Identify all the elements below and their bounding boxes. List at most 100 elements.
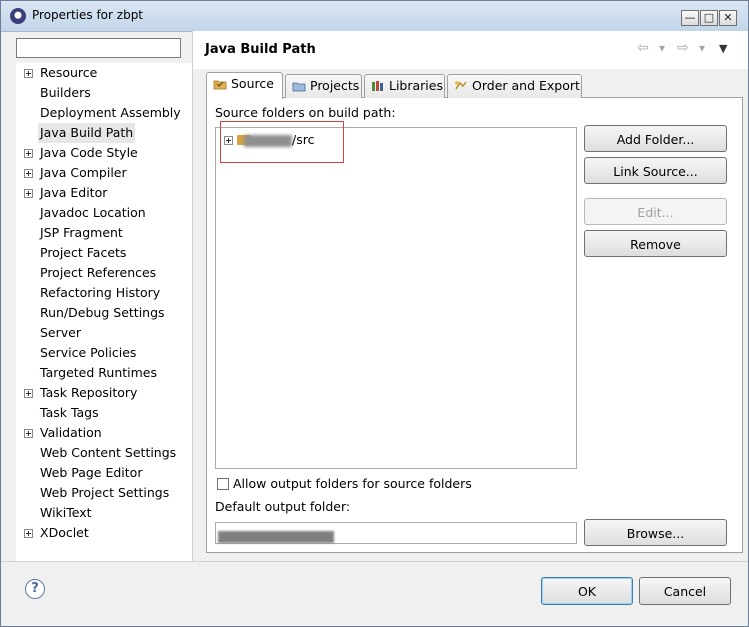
tree-item-label: Validation: [40, 425, 102, 440]
tree-item-label: Web Project Settings: [40, 485, 170, 500]
expand-icon[interactable]: [24, 189, 33, 198]
tree-item[interactable]: Java Code Style: [16, 143, 192, 163]
tree-item-label: WikiText: [40, 505, 92, 520]
tree-item-label: Java Code Style: [40, 145, 138, 160]
tab-order-and-export[interactable]: Order and Export: [447, 74, 582, 98]
tree-item[interactable]: Web Project Settings: [16, 483, 192, 503]
tree-item-label: Server: [40, 325, 81, 340]
maximize-button[interactable]: □: [700, 10, 718, 26]
back-arrow-icon[interactable]: ⇦: [637, 40, 649, 56]
tab-label: Libraries: [389, 78, 443, 93]
minimize-button[interactable]: —: [681, 10, 699, 26]
tree-item[interactable]: Javadoc Location: [16, 203, 192, 223]
tree-item[interactable]: XDoclet: [16, 523, 192, 543]
tree-item-label: Run/Debug Settings: [40, 305, 165, 320]
tree-item[interactable]: Server: [16, 323, 192, 343]
tree-item-label: Javadoc Location: [40, 205, 146, 220]
tree-item-label: XDoclet: [40, 525, 89, 540]
tree-item[interactable]: Resource: [16, 63, 192, 83]
default-output-folder-label: Default output folder:: [215, 499, 351, 514]
close-button[interactable]: ✕: [719, 10, 737, 26]
tab-libraries[interactable]: Libraries: [364, 74, 445, 98]
cancel-button[interactable]: Cancel: [639, 577, 731, 605]
tree-item[interactable]: Web Content Settings: [16, 443, 192, 463]
tree-item-label: Java Editor: [40, 185, 108, 200]
allow-output-folders-label: Allow output folders for source folders: [233, 476, 472, 491]
tree-item-label: Java Build Path: [38, 123, 136, 143]
property-page-tree: Resource Builders Deployment Assembly Java …: [16, 63, 193, 561]
tree-item[interactable]: Targeted Runtimes: [16, 363, 192, 383]
filter-input[interactable]: [16, 38, 181, 58]
libraries-icon: [372, 81, 383, 91]
tree-item[interactable]: Deployment Assembly: [16, 103, 192, 123]
tab-label: Order and Export: [472, 78, 580, 93]
order-export-icon: [455, 81, 467, 90]
forward-arrow-icon[interactable]: ⇨: [677, 40, 689, 56]
tree-item[interactable]: Java Build Path: [16, 123, 192, 143]
link-source-button[interactable]: Link Source...: [584, 157, 727, 184]
expand-icon[interactable]: [24, 389, 33, 398]
eclipse-icon: [10, 8, 26, 24]
properties-dialog: Properties for zbpt — □ ✕ Resource Builde…: [0, 0, 749, 627]
tree-item[interactable]: WikiText: [16, 503, 192, 523]
remove-button[interactable]: Remove: [584, 230, 727, 257]
tree-item-label: Refactoring History: [40, 285, 161, 300]
tree-item[interactable]: Service Policies: [16, 343, 192, 363]
highlight-annotation: [220, 121, 344, 163]
source-folders-list[interactable]: /src: [215, 127, 577, 469]
back-menu-icon[interactable]: ▾: [659, 41, 665, 55]
ok-button[interactable]: OK: [541, 577, 633, 605]
tree-item-label: Targeted Runtimes: [40, 365, 157, 380]
expand-icon[interactable]: [24, 529, 33, 538]
tree-item[interactable]: Builders: [16, 83, 192, 103]
tree-item-label: Task Repository: [40, 385, 138, 400]
tree-item[interactable]: Web Page Editor: [16, 463, 192, 483]
view-menu-icon[interactable]: ▼: [719, 42, 727, 55]
page-header: Java Build Path ⇦ ▾ ⇨ ▾ ▼: [193, 31, 748, 69]
tree-item-label: Deployment Assembly: [40, 105, 181, 120]
tree-item-label: JSP Fragment: [40, 225, 123, 240]
help-icon[interactable]: ?: [25, 579, 45, 599]
expand-icon[interactable]: [24, 149, 33, 158]
tab-projects[interactable]: Projects: [285, 74, 362, 98]
window-title: Properties for zbpt: [32, 8, 144, 22]
title-bar[interactable]: Properties for zbpt — □ ✕: [1, 1, 748, 32]
tree-item-label: Service Policies: [40, 345, 137, 360]
tree-item-label: Java Compiler: [40, 165, 127, 180]
tree-item[interactable]: Refactoring History: [16, 283, 192, 303]
tree-item[interactable]: Java Compiler: [16, 163, 192, 183]
tree-item[interactable]: Task Tags: [16, 403, 192, 423]
sash[interactable]: [192, 31, 193, 561]
expand-icon[interactable]: [24, 429, 33, 438]
projects-icon: [292, 82, 306, 92]
tree-item-label: Web Content Settings: [40, 445, 177, 460]
default-output-folder-field[interactable]: [215, 522, 577, 544]
tree-item[interactable]: Task Repository: [16, 383, 192, 403]
tree-item-label: Web Page Editor: [40, 465, 143, 480]
tab-source[interactable]: Source: [206, 72, 283, 99]
allow-output-folders-checkbox[interactable]: [217, 478, 229, 490]
tree-item[interactable]: Validation: [16, 423, 192, 443]
tree-item[interactable]: Project Facets: [16, 243, 192, 263]
source-folders-label: Source folders on build path:: [215, 105, 396, 120]
tree-item[interactable]: JSP Fragment: [16, 223, 192, 243]
source-folder-icon: [213, 80, 227, 90]
tab-label: Source: [231, 76, 274, 91]
page-title: Java Build Path: [205, 42, 316, 57]
tree-item[interactable]: Project References: [16, 263, 192, 283]
browse-button[interactable]: Browse...: [584, 519, 727, 546]
edit-button[interactable]: Edit...: [584, 198, 727, 225]
tab-label: Projects: [310, 78, 360, 93]
tree-item[interactable]: Java Editor: [16, 183, 192, 203]
expand-icon[interactable]: [24, 69, 33, 78]
tree-item-label: Resource: [40, 65, 98, 80]
redacted-output-path: [218, 531, 334, 543]
tree-item-label: Builders: [40, 85, 91, 100]
expand-icon[interactable]: [24, 169, 33, 178]
tree-item[interactable]: Run/Debug Settings: [16, 303, 192, 323]
tree-item-label: Project References: [40, 265, 157, 280]
footer-separator: [1, 561, 748, 562]
forward-menu-icon[interactable]: ▾: [699, 41, 705, 55]
tree-item-label: Task Tags: [40, 405, 99, 420]
add-folder-button[interactable]: Add Folder...: [584, 125, 727, 152]
